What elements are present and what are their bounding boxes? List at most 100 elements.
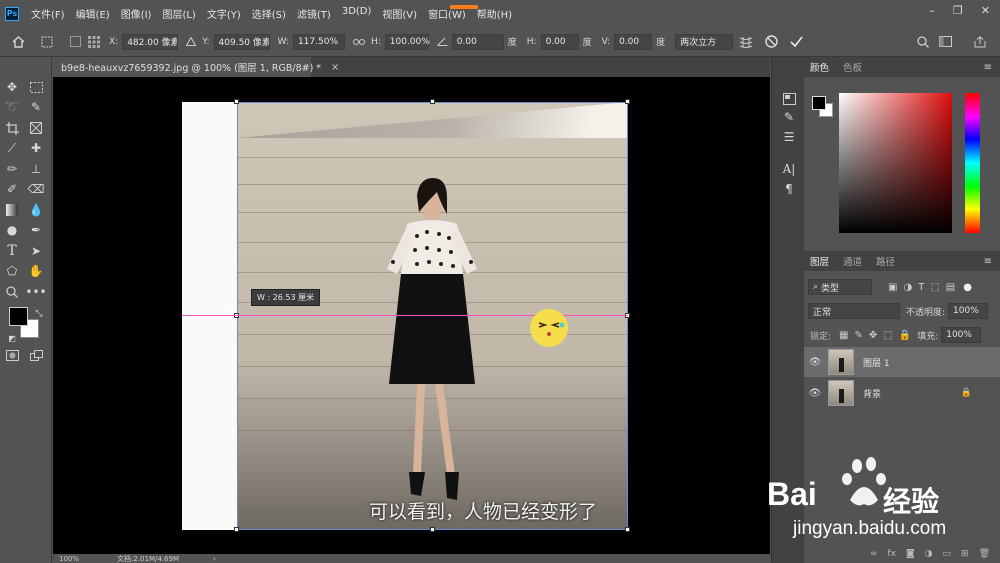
menu-select[interactable]: 选择(S) [252,6,286,21]
visibility-eye-icon[interactable]: 👁 [804,357,826,368]
menu-type[interactable]: 文字(Y) [207,6,241,21]
quick-select-tool-icon[interactable]: ✎ [27,99,45,115]
handle-top-right[interactable] [625,99,630,104]
height-field[interactable]: 100.00% [384,33,430,50]
handle-bottom-left[interactable] [234,527,239,532]
layer-filter-select[interactable]: ⌕ 类型 [808,279,872,295]
handle-top-left[interactable] [234,99,239,104]
filter-type-icon[interactable]: T [918,282,924,293]
interpolation-select[interactable]: 两次立方 [675,33,734,50]
default-colors-icon[interactable]: ◩ [3,330,21,346]
eraser-tool-icon[interactable]: ⌫ [27,181,45,197]
filter-toggle-icon[interactable]: ● [963,282,972,293]
frame-tool-icon[interactable] [27,120,45,136]
y-field[interactable]: 409.50 像素 [213,33,270,50]
eyedropper-tool-icon[interactable]: ⟋ [3,140,21,156]
reference-checkbox[interactable] [70,36,81,47]
screen-mode-icon[interactable] [27,347,45,363]
reference-point-icon[interactable] [87,35,101,48]
workspace-icon[interactable] [939,36,952,47]
tab-channels[interactable]: 通道 [843,254,862,268]
filter-smart-icon[interactable]: ▤ [946,282,955,293]
zoom-tool-icon[interactable] [3,284,21,300]
panel-menu-icon[interactable]: ≡ [984,62,992,73]
menu-image[interactable]: 图像(I) [121,6,152,21]
handle-bottom-right[interactable] [625,527,630,532]
search-icon[interactable] [917,35,929,48]
layer-name[interactable]: 图层 1 [863,356,890,369]
hand-tool-icon[interactable]: ✋ [27,263,45,279]
path-select-tool-icon[interactable]: ➤ [27,243,45,259]
panel-foreground-swatch[interactable] [812,96,826,110]
visibility-eye-icon[interactable]: 👁 [804,388,826,399]
adjustments-icon[interactable] [780,91,798,107]
x-field[interactable]: 482.00 像素 [122,33,179,50]
layers-menu-icon[interactable]: ≡ [984,256,992,267]
tab-swatches[interactable]: 色板 [843,60,862,74]
layer-row-layer1[interactable]: 👁 图层 1 [804,347,1000,377]
vskew-field[interactable]: 0.00 [614,33,653,50]
menu-3d[interactable]: 3D(D) [342,6,372,21]
zoom-level[interactable]: 100% [59,555,79,563]
brush-settings-icon[interactable]: ✎ [780,109,798,125]
width-field[interactable]: 117.50% [292,33,345,50]
gradient-tool-icon[interactable] [3,202,21,218]
character-icon[interactable]: A| [780,161,798,177]
shape-tool-icon[interactable]: ⬠ [3,263,21,279]
pen-tool-icon[interactable]: ✒ [27,222,45,238]
filter-shape-icon[interactable]: ⬚ [930,282,939,293]
stamp-tool-icon[interactable]: ⊥ [27,161,45,177]
filter-pixel-icon[interactable]: ▣ [888,282,897,293]
menu-layer[interactable]: 图层(L) [162,6,195,21]
lock-transparent-icon[interactable]: ▦ [839,330,848,341]
menu-help[interactable]: 帮助(H) [477,6,512,21]
close-tab-icon[interactable]: × [331,62,339,73]
canvas[interactable]: W : 26.53 厘米 ↔ 可以看到，人物已经变形了 [53,77,770,554]
lasso-tool-icon[interactable]: ➰ [3,99,21,115]
warp-icon[interactable] [739,36,753,48]
minimize-button[interactable]: – [929,4,935,17]
crop-tool-icon[interactable] [3,120,21,136]
foreground-color-swatch[interactable] [9,307,28,326]
lock-artboard-icon[interactable]: ⬚ [883,330,892,341]
layer-name[interactable]: 背景 [863,387,881,400]
menu-edit[interactable]: 编辑(E) [76,6,110,21]
brush-tool-icon[interactable]: ✏ [3,161,21,177]
transform-icon[interactable] [40,36,54,48]
tab-layers[interactable]: 图层 [810,254,829,268]
quick-mask-icon[interactable] [3,347,21,363]
menu-file[interactable]: 文件(F) [31,6,65,21]
lock-pixels-icon[interactable]: ✎ [855,330,863,341]
close-button[interactable]: ✕ [981,4,990,17]
menu-filter[interactable]: 滤镜(T) [297,6,331,21]
angle-field[interactable]: 0.00 [451,33,504,50]
restore-button[interactable]: ❐ [953,4,963,17]
tab-paths[interactable]: 路径 [876,254,895,268]
commit-transform-icon[interactable] [790,36,803,47]
menu-view[interactable]: 视图(V) [382,6,417,21]
opacity-field[interactable]: 100% [948,303,989,319]
handle-top-middle[interactable] [430,99,435,104]
blur-tool-icon[interactable]: 💧 [27,202,45,218]
home-icon[interactable] [10,35,26,48]
fill-field[interactable]: 100% [941,327,982,343]
document-tab[interactable]: b9e8-heauxvz7659392.jpg @ 100% (图层 1, RG… [53,57,339,77]
more-tools-icon[interactable]: ••• [25,284,46,300]
history-brush-tool-icon[interactable]: ✐ [3,181,21,197]
properties-icon[interactable]: ☰ [780,129,798,145]
type-tool-icon[interactable]: T [3,243,21,259]
filter-adjust-icon[interactable]: ◑ [903,282,912,293]
lock-position-icon[interactable]: ✥ [869,330,877,341]
healing-brush-tool-icon[interactable]: ✚ [27,140,45,156]
hue-slider[interactable] [965,93,980,233]
dodge-tool-icon[interactable]: ● [3,222,21,238]
layer-row-background[interactable]: 👁 背景 🔒 [804,378,1000,408]
share-icon[interactable] [974,35,986,48]
tab-color[interactable]: 颜色 [810,60,829,74]
lock-all-icon[interactable]: 🔒 [899,330,911,341]
hskew-field[interactable]: 0.00 [540,33,579,50]
move-tool-icon[interactable]: ✥ [3,79,21,95]
paragraph-icon[interactable]: ¶ [780,181,798,197]
cancel-transform-icon[interactable] [765,35,778,48]
link-icon[interactable] [352,38,365,46]
